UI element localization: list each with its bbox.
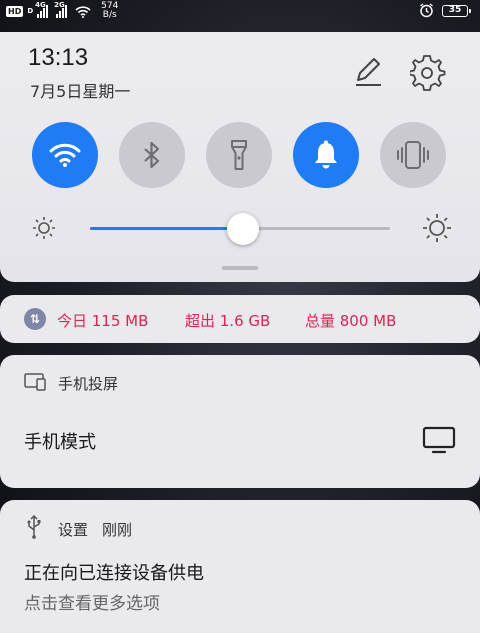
wifi-icon	[75, 5, 91, 18]
flashlight-toggle[interactable]	[206, 122, 272, 188]
clock-time: 13:13	[28, 44, 89, 71]
status-left: HD D 4G 2G 574 B/s	[6, 1, 118, 20]
battery-level: 35	[448, 4, 462, 15]
brightness-slider[interactable]	[90, 213, 390, 245]
speed-unit: B/s	[102, 10, 117, 20]
brightness-slider-row	[28, 210, 458, 246]
data-transfer-icon: ⇅	[24, 308, 46, 330]
usb-notification-card[interactable]: 设置 刚刚 正在向已连接设备供电 点击查看更多选项	[0, 500, 480, 633]
quick-settings-panel: 13:13 7月5日星期一	[0, 32, 480, 282]
brightness-low-icon	[33, 217, 55, 239]
screen-projection-title: 手机投屏	[58, 375, 119, 393]
signal-gen-label-2: 2G	[54, 1, 65, 9]
monitor-icon[interactable]	[422, 425, 456, 455]
notification-body: 点击查看更多选项	[24, 594, 160, 614]
notification-time: 刚刚	[102, 521, 133, 539]
data-usage-panel[interactable]: ⇅ 今日 115 MB 超出 1.6 GB 总量 800 MB	[0, 295, 480, 343]
flashlight-icon	[231, 140, 247, 170]
notification-app-name: 设置	[58, 521, 89, 539]
status-right: 35	[419, 3, 471, 18]
brightness-thumb[interactable]	[227, 213, 259, 245]
brightness-high-icon	[423, 214, 451, 242]
signal-icon-2: 2G	[54, 1, 68, 18]
settings-gear-icon[interactable]	[410, 54, 448, 92]
hd-badge: HD	[6, 5, 24, 17]
screen-cast-icon	[24, 373, 46, 391]
wifi-icon	[49, 143, 81, 167]
drag-handle[interactable]	[222, 266, 258, 270]
network-speed: 574 B/s	[101, 2, 118, 20]
edit-icon[interactable]	[350, 54, 386, 90]
alarm-icon	[420, 3, 433, 18]
wifi-toggle[interactable]	[32, 122, 98, 188]
quick-toggles	[32, 122, 452, 188]
status-bar: HD D 4G 2G 574 B/s 35	[0, 0, 480, 24]
notification-title: 正在向已连接设备供电	[24, 563, 204, 584]
bell-icon	[315, 140, 337, 169]
bluetooth-toggle[interactable]	[119, 122, 185, 188]
data-exceeded: 超出 1.6 GB	[185, 312, 271, 330]
screen-projection-card[interactable]: 手机投屏 手机模式	[0, 355, 480, 488]
signal-icon: 4G	[35, 1, 49, 18]
battery-icon: 35	[442, 4, 471, 17]
vibrate-icon	[397, 141, 429, 169]
brightness-fill	[90, 227, 243, 230]
usb-icon	[27, 515, 41, 539]
phone-mode-label: 手机模式	[24, 432, 96, 453]
clock-date: 7月5日星期一	[30, 82, 131, 101]
bluetooth-icon	[144, 141, 160, 169]
signal-gen-label: 4G	[35, 1, 46, 9]
vibrate-toggle[interactable]	[380, 122, 446, 188]
data-total: 总量 800 MB	[305, 312, 397, 330]
data-today: 今日 115 MB	[57, 312, 149, 330]
notification-sound-toggle[interactable]	[293, 122, 359, 188]
hd-sub-label: D	[27, 7, 34, 15]
